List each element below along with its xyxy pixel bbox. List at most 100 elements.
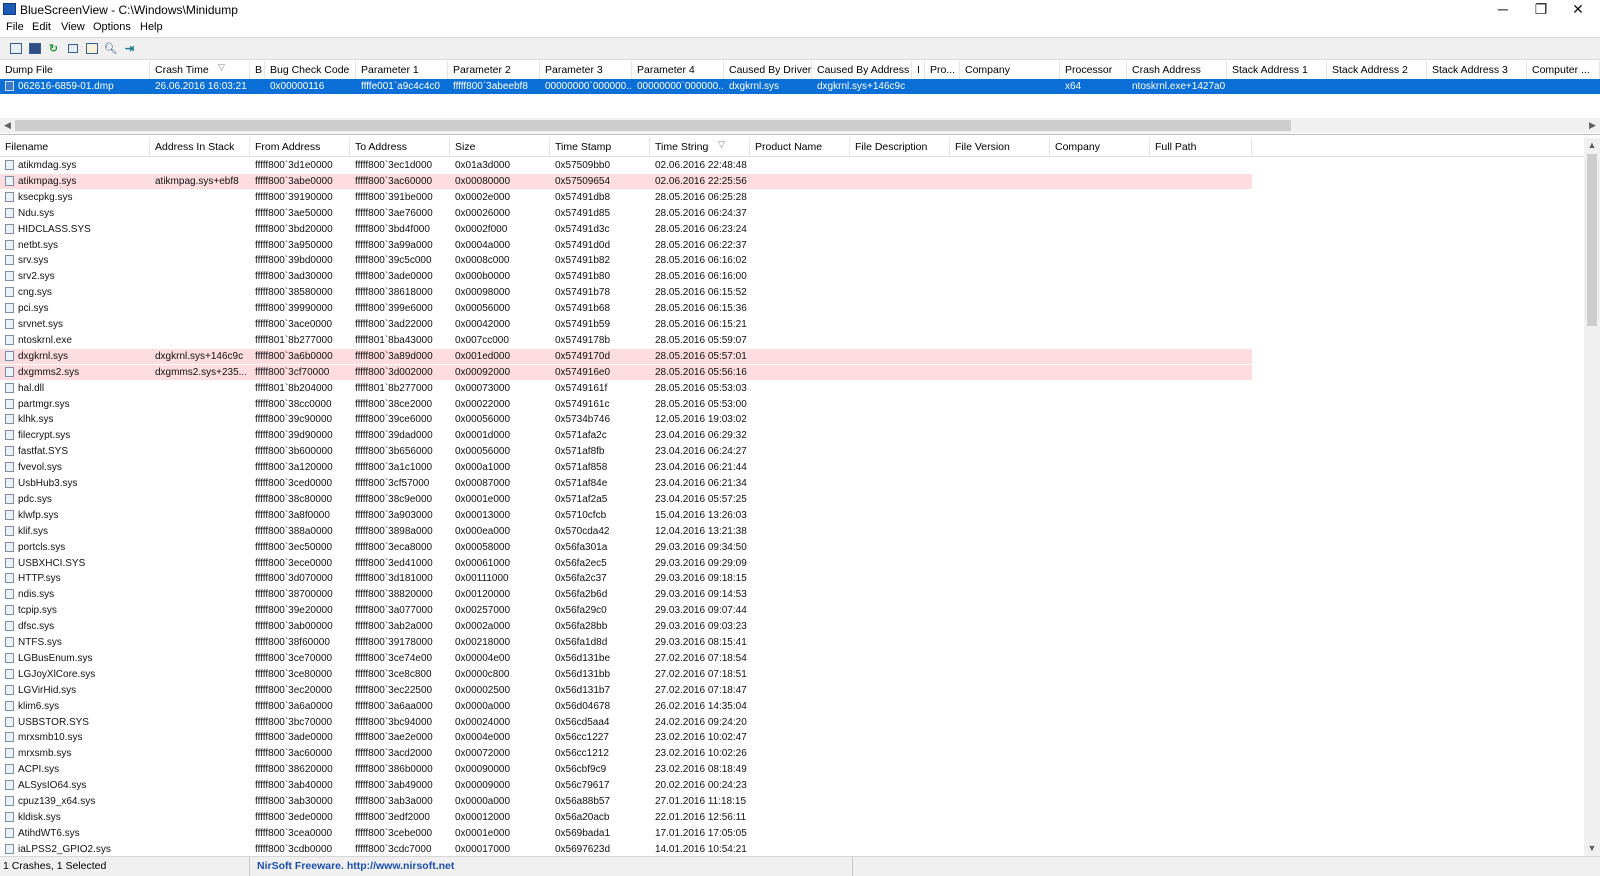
table-row[interactable]: srv.sys fffff800`39bd0000 fffff800`39c5c00… (0, 253, 1252, 268)
table-row[interactable]: iaLPSS2_GPIO2.sys fffff800`3cdb0000 fffff8… (0, 842, 1252, 856)
table-row[interactable]: klif.sys fffff800`388a0000 fffff800`3898a0… (0, 524, 1252, 539)
table-row[interactable]: ntoskrnl.exe fffff801`8b277000 fffff801`8b… (0, 333, 1252, 348)
vertical-scrollbar-thumb[interactable] (1587, 154, 1597, 326)
table-row[interactable]: ndis.sys fffff800`38700000 fffff800`388200… (0, 587, 1252, 602)
scroll-right-icon[interactable]: ▶ (1585, 118, 1600, 133)
table-row[interactable]: srv2.sys fffff800`3ad30000 fffff800`3ade00… (0, 269, 1252, 284)
column-header-crash-address-14[interactable]: Crash Address (1127, 61, 1227, 79)
table-row[interactable]: HIDCLASS.SYS fffff800`3bd20000 fffff800`3b… (0, 222, 1252, 237)
table-row[interactable]: USBSTOR.SYS fffff800`3bc70000 fffff800`3bc… (0, 715, 1252, 730)
table-row[interactable]: dfsc.sys fffff800`3ab00000 fffff800`3ab2a0… (0, 619, 1252, 634)
column-header-address-in-stack[interactable]: Address In Stack (150, 138, 250, 156)
find-icon[interactable]: 🔍︎ (103, 41, 118, 55)
column-header-processor-13[interactable]: Processor (1060, 61, 1127, 79)
table-row[interactable]: dxgkrnl.sys dxgkrnl.sys+146c9c fffff800`3a… (0, 348, 1252, 364)
scroll-down-icon[interactable]: ▼ (1584, 841, 1600, 856)
table-row[interactable]: ALSysIO64.sys fffff800`3ab40000 fffff800`3… (0, 778, 1252, 793)
table-row[interactable]: LGVirHid.sys fffff800`3ec20000 fffff800`3e… (0, 683, 1252, 698)
table-row[interactable]: ksecpkg.sys fffff800`39190000 fffff800`391… (0, 190, 1252, 205)
column-header-file-description[interactable]: File Description (850, 138, 950, 156)
column-header-stack-address-1-15[interactable]: Stack Address 1 (1227, 61, 1327, 79)
refresh-icon[interactable]: ↻ (46, 41, 61, 55)
column-header-computer-18[interactable]: Computer ... (1527, 61, 1600, 79)
table-row[interactable]: klwfp.sys fffff800`3a8f0000 fffff800`3a903… (0, 508, 1252, 523)
column-header-pro-11[interactable]: Pro... (925, 61, 960, 79)
table-row[interactable]: USBXHCI.SYS fffff800`3ece0000 fffff800`3ed… (0, 556, 1252, 571)
table-row[interactable]: NTFS.sys fffff800`38f60000 fffff800`391780… (0, 635, 1252, 650)
table-row[interactable]: tcpip.sys fffff800`39e20000 fffff800`3a077… (0, 603, 1252, 618)
menu-options[interactable]: Options (93, 21, 131, 33)
table-row[interactable]: AtihdWT6.sys fffff800`3cea0000 fffff800`3c… (0, 826, 1252, 841)
table-row[interactable]: HTTP.sys fffff800`3d070000 fffff800`3d1810… (0, 571, 1252, 586)
table-row[interactable]: dxgmms2.sys dxgmms2.sys+235... fffff800`3c… (0, 364, 1252, 380)
column-header-caused-by-driver-8[interactable]: Caused By Driver (724, 61, 812, 79)
column-header-stack-address-2-16[interactable]: Stack Address 2 (1327, 61, 1427, 79)
column-header-to-address[interactable]: To Address (350, 138, 450, 156)
column-header-parameter-2-5[interactable]: Parameter 2 (448, 61, 540, 79)
close-button[interactable]: ✕ (1555, 0, 1600, 20)
column-header-i-10[interactable]: I (912, 61, 925, 79)
properties-icon[interactable] (8, 41, 23, 55)
column-header-bug-check-code-3[interactable]: Bug Check Code (265, 61, 356, 79)
table-row[interactable]: klim6.sys fffff800`3a6a0000 fffff800`3a6aa… (0, 699, 1252, 714)
crash-row-selected[interactable]: 062616-6859-01.dmp 26.06.2016 16:03:21 0x0… (0, 79, 1600, 94)
column-header-time-string[interactable]: Time String (650, 138, 750, 156)
vertical-scrollbar[interactable]: ▲ ▼ (1584, 138, 1600, 856)
column-header-crash-time-1[interactable]: Crash Time (150, 61, 250, 79)
table-row[interactable]: LGJoyXlCore.sys fffff800`3ce80000 fffff800… (0, 667, 1252, 682)
column-header-b-2[interactable]: B (250, 61, 265, 79)
menu-edit[interactable]: Edit (32, 21, 51, 33)
save-icon[interactable] (27, 41, 42, 55)
column-header-company[interactable]: Company (1050, 138, 1150, 156)
column-header-size[interactable]: Size (450, 138, 550, 156)
table-row[interactable]: cpuz139_x64.sys fffff800`3ab30000 fffff800… (0, 794, 1252, 809)
table-row[interactable]: filecrypt.sys fffff800`39d90000 fffff800`3… (0, 428, 1252, 443)
column-header-company-12[interactable]: Company (960, 61, 1060, 79)
advanced-options-icon[interactable] (84, 41, 99, 55)
table-row[interactable]: atikmdag.sys fffff800`3d1e0000 fffff800`3e… (0, 158, 1252, 173)
crash-cell (1227, 79, 1327, 94)
scroll-left-icon[interactable]: ◀ (0, 118, 15, 133)
column-header-stack-address-3-17[interactable]: Stack Address 3 (1427, 61, 1527, 79)
table-cell: 02.06.2016 22:25:56 (655, 175, 747, 187)
menu-help[interactable]: Help (140, 21, 163, 33)
column-header-file-version[interactable]: File Version (950, 138, 1050, 156)
table-row[interactable]: UsbHub3.sys fffff800`3ced0000 fffff800`3cf… (0, 476, 1252, 491)
table-row[interactable]: pci.sys fffff800`39990000 fffff800`399e600… (0, 301, 1252, 316)
column-header-caused-by-address-9[interactable]: Caused By Address (812, 61, 912, 79)
column-header-from-address[interactable]: From Address (250, 138, 350, 156)
column-header-dump-file-0[interactable]: Dump File (0, 61, 150, 79)
table-row[interactable]: mrxsmb.sys fffff800`3ac60000 fffff800`3acd… (0, 746, 1252, 761)
exit-icon[interactable]: ⇥ (122, 41, 137, 55)
table-row[interactable]: cng.sys fffff800`38580000 fffff800`3861800… (0, 285, 1252, 300)
table-row[interactable]: atikmpag.sys atikmpag.sys+ebf8 fffff800`3a… (0, 173, 1252, 189)
column-header-time-stamp[interactable]: Time Stamp (550, 138, 650, 156)
table-row[interactable]: hal.dll fffff801`8b204000 fffff801`8b27700… (0, 381, 1252, 396)
table-row[interactable]: kldisk.sys fffff800`3ede0000 fffff800`3edf… (0, 810, 1252, 825)
nirsoft-link[interactable]: NirSoft Freeware. http://www.nirsoft.net (253, 857, 853, 876)
column-header-parameter-4-7[interactable]: Parameter 4 (632, 61, 724, 79)
table-row[interactable]: srvnet.sys fffff800`3ace0000 fffff800`3ad2… (0, 317, 1252, 332)
menu-view[interactable]: View (61, 21, 85, 33)
table-row[interactable]: ACPI.sys fffff800`38620000 fffff800`386b00… (0, 762, 1252, 777)
table-row[interactable]: Ndu.sys fffff800`3ae50000 fffff800`3ae7600… (0, 206, 1252, 221)
column-header-product-name[interactable]: Product Name (750, 138, 850, 156)
scrollbar-thumb[interactable] (15, 120, 1291, 131)
table-row[interactable]: LGBusEnum.sys fffff800`3ce70000 fffff800`3… (0, 651, 1252, 666)
table-row[interactable]: fvevol.sys fffff800`3a120000 fffff800`3a1c… (0, 460, 1252, 475)
copy-icon[interactable] (65, 41, 80, 55)
scroll-up-icon[interactable]: ▲ (1584, 138, 1600, 153)
column-header-full-path[interactable]: Full Path (1150, 138, 1252, 156)
column-header-parameter-3-6[interactable]: Parameter 3 (540, 61, 632, 79)
menu-file[interactable]: File (6, 21, 24, 33)
table-row[interactable]: portcls.sys fffff800`3ec50000 fffff800`3ec… (0, 540, 1252, 555)
table-row[interactable]: mrxsmb10.sys fffff800`3ade0000 fffff800`3a… (0, 730, 1252, 745)
table-row[interactable]: netbt.sys fffff800`3a950000 fffff800`3a99a… (0, 238, 1252, 253)
horizontal-scrollbar[interactable]: ◀ ▶ (0, 118, 1600, 133)
column-header-parameter-1-4[interactable]: Parameter 1 (356, 61, 448, 79)
table-row[interactable]: partmgr.sys fffff800`38cc0000 fffff800`38c… (0, 397, 1252, 412)
column-header-filename[interactable]: Filename (0, 138, 150, 156)
table-row[interactable]: fastfat.SYS fffff800`3b600000 fffff800`3b6… (0, 444, 1252, 459)
table-row[interactable]: pdc.sys fffff800`38c80000 fffff800`38c9e00… (0, 492, 1252, 507)
table-row[interactable]: klhk.sys fffff800`39c90000 fffff800`39ce60… (0, 412, 1252, 427)
